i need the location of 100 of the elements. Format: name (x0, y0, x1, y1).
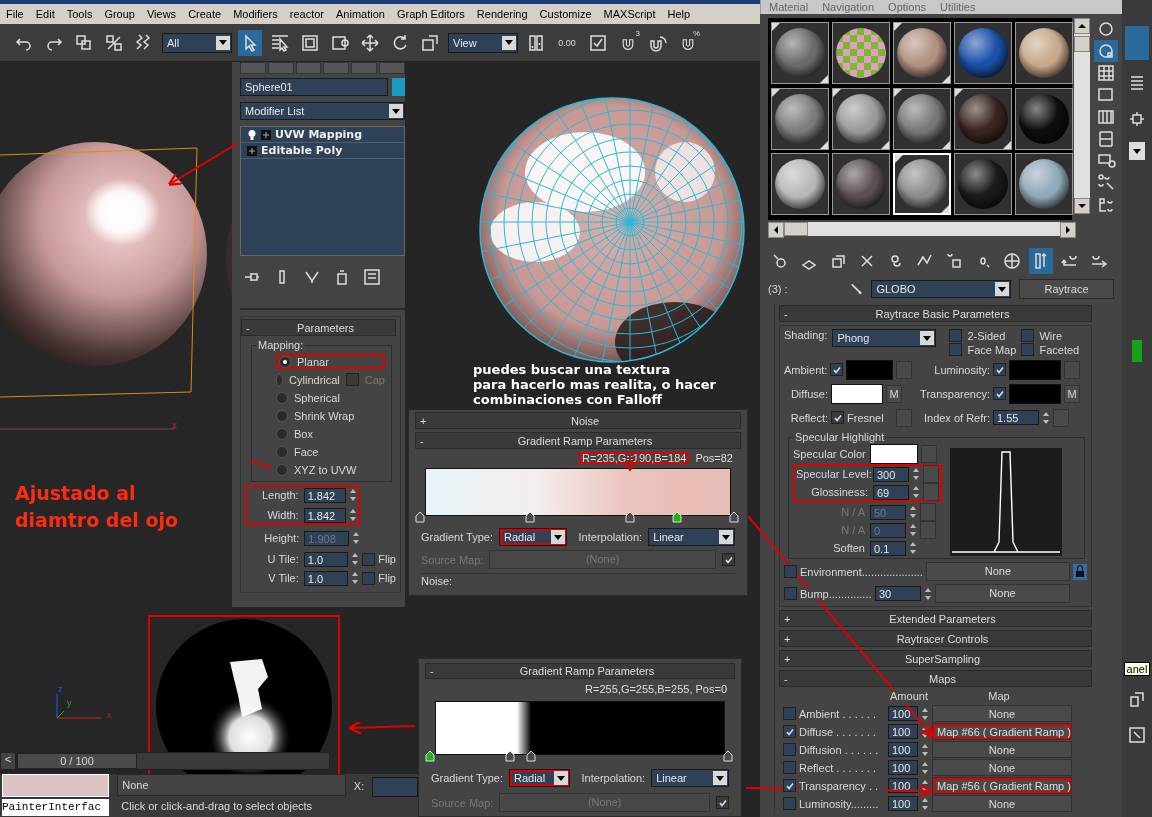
spinner-arrows-icon[interactable] (352, 530, 360, 546)
menu-item[interactable]: Views (146, 8, 177, 20)
map-button[interactable]: None (932, 741, 1072, 758)
spinner-arrows-icon[interactable] (349, 487, 357, 503)
gradient-flag-icon[interactable] (415, 511, 425, 523)
gradient-flag-icon[interactable] (723, 750, 733, 762)
backlight-icon[interactable] (1094, 40, 1118, 62)
interpolation-dropdown[interactable]: Linear (648, 528, 735, 546)
gradient-ramp[interactable] (435, 701, 725, 755)
gradient-flag-icon[interactable] (625, 511, 636, 523)
number-field[interactable]: 100 (888, 706, 918, 721)
number-field[interactable]: 1.842 (303, 507, 346, 523)
radio-button[interactable] (276, 463, 288, 476)
sample-slot[interactable] (832, 22, 890, 84)
checkbox[interactable] (831, 411, 844, 424)
checkbox[interactable] (783, 743, 796, 756)
rollout-header[interactable]: + Extended Parameters (779, 610, 1092, 627)
checkbox[interactable] (783, 761, 796, 774)
lock-icon[interactable] (1073, 563, 1087, 580)
lightbulb-icon[interactable] (247, 128, 257, 141)
sample-slot[interactable] (771, 153, 829, 216)
number-field[interactable]: 100 (888, 742, 918, 757)
color-swatch[interactable] (846, 359, 893, 380)
map-button[interactable]: None (932, 759, 1072, 776)
spinner-arrows-icon[interactable] (909, 522, 917, 538)
radio-button[interactable] (276, 391, 288, 404)
number-field[interactable]: 1.0 (303, 570, 349, 586)
number-field[interactable]: 0.1 (870, 540, 906, 556)
checkbox[interactable] (783, 797, 796, 810)
object-color-swatch[interactable] (392, 78, 405, 96)
rollout-header[interactable]: + Noise (415, 412, 741, 429)
radio-label[interactable]: Cylindrical (289, 373, 340, 386)
checkbox-label[interactable]: Faceted (1039, 343, 1080, 356)
map-button[interactable]: Map #66 ( Gradient Ramp ) (932, 723, 1072, 740)
rollout-header[interactable]: - Maps (779, 670, 1092, 687)
checkbox[interactable] (784, 587, 797, 600)
rollout-header[interactable]: - Raytrace Basic Parameters (779, 305, 1092, 322)
horizontal-scrollbar[interactable] (768, 222, 1076, 236)
menu-item[interactable]: Group (104, 8, 135, 20)
menu-item[interactable]: Utilities (940, 0, 976, 14)
gradient-flag-icon[interactable] (505, 750, 516, 762)
menu-item[interactable]: MAXScript (603, 8, 656, 20)
sample-slot[interactable] (1015, 153, 1073, 216)
radio-label[interactable]: Planar (297, 355, 329, 368)
radio-button[interactable] (276, 445, 288, 458)
checkbox-label[interactable]: Flip (378, 572, 396, 584)
checkbox[interactable] (993, 363, 1006, 376)
rollout-header[interactable]: + Raytracer Controls (779, 630, 1092, 647)
menu-item[interactable]: Customize (539, 8, 592, 20)
show-end-result-icon[interactable] (1029, 248, 1053, 274)
spinner-arrows-icon[interactable] (912, 484, 920, 500)
checkbox[interactable] (783, 707, 796, 720)
sample-slot[interactable] (1015, 87, 1073, 150)
gradient-ramp[interactable] (425, 468, 731, 516)
sample-slot[interactable] (954, 87, 1012, 150)
sample-slot[interactable] (893, 87, 951, 150)
rollout-header[interactable]: - Parameters (241, 319, 396, 336)
radio-button[interactable] (276, 373, 284, 386)
scrollbar-thumb[interactable] (784, 222, 808, 236)
gradient-flag-icon[interactable] (524, 511, 535, 523)
material-name-dropdown[interactable]: GLOBO (871, 280, 1011, 298)
shading-dropdown[interactable]: Phong (832, 329, 937, 347)
menu-item[interactable]: Animation (336, 8, 385, 20)
checkbox[interactable] (362, 552, 376, 566)
sample-slot[interactable] (954, 153, 1012, 216)
menu-item[interactable]: Create (188, 8, 222, 20)
rollout-header[interactable]: - Gradient Ramp Parameters (415, 432, 741, 449)
menu-item[interactable]: Help (667, 8, 691, 20)
menu-item[interactable]: Modifiers (233, 8, 278, 20)
menu-item[interactable]: Edit (35, 8, 55, 20)
sample-slot[interactable] (832, 87, 890, 150)
interpolation-dropdown[interactable]: Linear (651, 769, 729, 787)
checkbox[interactable] (949, 343, 963, 356)
spinner-arrows-icon[interactable] (351, 570, 360, 586)
scroll-down-icon[interactable] (1074, 198, 1090, 214)
checkbox[interactable] (716, 796, 729, 809)
radio-button[interactable] (276, 427, 288, 440)
menu-item[interactable]: Material (769, 0, 809, 14)
number-field[interactable]: 300 (873, 466, 909, 482)
checkbox[interactable] (993, 387, 1006, 400)
color-swatch[interactable] (870, 444, 918, 464)
reference-coordinate-dropdown[interactable]: View (448, 32, 518, 53)
material-type-button[interactable]: Raytrace (1019, 279, 1114, 299)
gradient-type-dropdown[interactable]: Radial (498, 528, 567, 546)
number-field[interactable]: 1.0 (303, 551, 349, 567)
menu-item[interactable]: Navigation (822, 0, 875, 14)
sample-slot[interactable] (893, 22, 951, 84)
object-name-field[interactable]: Sphere01 (240, 78, 388, 96)
spinner-arrows-icon[interactable] (912, 466, 920, 482)
map-button[interactable]: Map #56 ( Gradient Ramp ) (932, 777, 1072, 794)
map-button[interactable]: M (886, 384, 902, 403)
modifier-list-dropdown[interactable]: Modifier List (240, 102, 405, 120)
map-button[interactable]: None (932, 795, 1072, 812)
menu-item[interactable]: Graph Editors (396, 8, 465, 20)
scroll-right-icon[interactable] (1060, 222, 1076, 238)
spinner-arrows-icon[interactable] (351, 551, 360, 567)
sample-slot[interactable] (771, 87, 829, 150)
dropdown-button[interactable] (1129, 142, 1145, 160)
vertical-scrollbar[interactable] (1074, 18, 1090, 214)
number-field[interactable]: 30 (875, 586, 921, 601)
